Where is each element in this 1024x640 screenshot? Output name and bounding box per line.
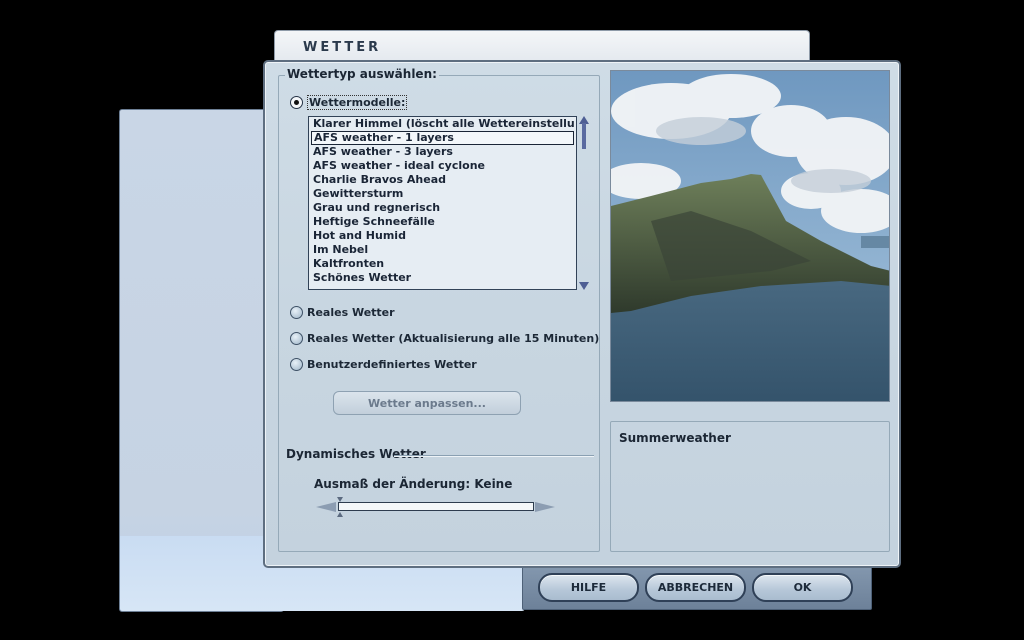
- weather-list-item[interactable]: Heftige Schneefälle: [311, 215, 574, 229]
- radio-real-weather-label: Reales Wetter: [307, 306, 395, 319]
- weather-list-item[interactable]: Kaltfronten: [311, 257, 574, 271]
- weather-list-items: Klarer Himmel (löscht alle Wettereinstel…: [309, 117, 576, 285]
- weather-list-item[interactable]: AFS weather - 1 layers: [311, 131, 574, 145]
- cancel-button[interactable]: ABBRECHEN: [645, 573, 746, 602]
- weather-description-box: Summerweather: [610, 421, 890, 552]
- weather-description-title: Summerweather: [619, 431, 731, 445]
- list-scrollbar[interactable]: [578, 116, 590, 290]
- customize-weather-button[interactable]: Wetter anpassen...: [333, 391, 521, 415]
- scroll-down-arrow-icon[interactable]: [579, 282, 589, 290]
- radio-button-icon[interactable]: [290, 332, 303, 345]
- radio-custom-weather[interactable]: Benutzerdefiniertes Wetter: [290, 358, 477, 371]
- weather-models-list[interactable]: Klarer Himmel (löscht alle Wettereinstel…: [308, 116, 577, 290]
- slider-thumb[interactable]: [337, 497, 343, 517]
- preview-scene: [611, 71, 889, 401]
- change-amount-slider[interactable]: [338, 502, 534, 511]
- radio-real-weather-update[interactable]: Reales Wetter (Aktualisierung alle 15 Mi…: [290, 332, 599, 345]
- section-divider: [394, 455, 594, 457]
- weather-list-item[interactable]: Grau und regnerisch: [311, 201, 574, 215]
- weather-preview-image: [610, 70, 890, 402]
- ok-button[interactable]: OK: [752, 573, 853, 602]
- radio-real-weather[interactable]: Reales Wetter: [290, 306, 395, 319]
- weather-list-item[interactable]: AFS weather - 3 layers: [311, 145, 574, 159]
- slider-decrease-icon[interactable]: [316, 502, 336, 512]
- weather-type-label: Wettertyp auswählen:: [285, 67, 439, 81]
- radio-custom-weather-label: Benutzerdefiniertes Wetter: [307, 358, 477, 371]
- weather-list-item[interactable]: Charlie Bravos Ahead: [311, 173, 574, 187]
- radio-button-icon[interactable]: [290, 358, 303, 371]
- radio-button-icon[interactable]: [290, 96, 303, 109]
- weather-list-item[interactable]: Hot and Humid: [311, 229, 574, 243]
- dialog-title: WETTER: [303, 40, 382, 55]
- weather-list-item[interactable]: Im Nebel: [311, 243, 574, 257]
- dialog-title-tab: WETTER: [274, 30, 810, 64]
- dynamic-weather-title: Dynamisches Wetter: [286, 447, 426, 461]
- help-button[interactable]: HILFE: [538, 573, 639, 602]
- weather-list-item[interactable]: Schönes Wetter: [311, 271, 574, 285]
- scroll-thumb[interactable]: [582, 123, 586, 149]
- slider-increase-icon[interactable]: [535, 502, 555, 512]
- weather-list-item[interactable]: AFS weather - ideal cyclone: [311, 159, 574, 173]
- weather-list-item[interactable]: Gewittersturm: [311, 187, 574, 201]
- radio-real-weather-update-label: Reales Wetter (Aktualisierung alle 15 Mi…: [307, 332, 600, 345]
- change-amount-label: Ausmaß der Änderung: Keine: [314, 477, 513, 491]
- radio-weather-models-label: Wettermodelle:: [307, 95, 408, 110]
- radio-weather-models[interactable]: Wettermodelle:: [290, 95, 408, 110]
- weather-list-item[interactable]: Klarer Himmel (löscht alle Wettereinstel…: [311, 117, 574, 131]
- radio-button-icon[interactable]: [290, 306, 303, 319]
